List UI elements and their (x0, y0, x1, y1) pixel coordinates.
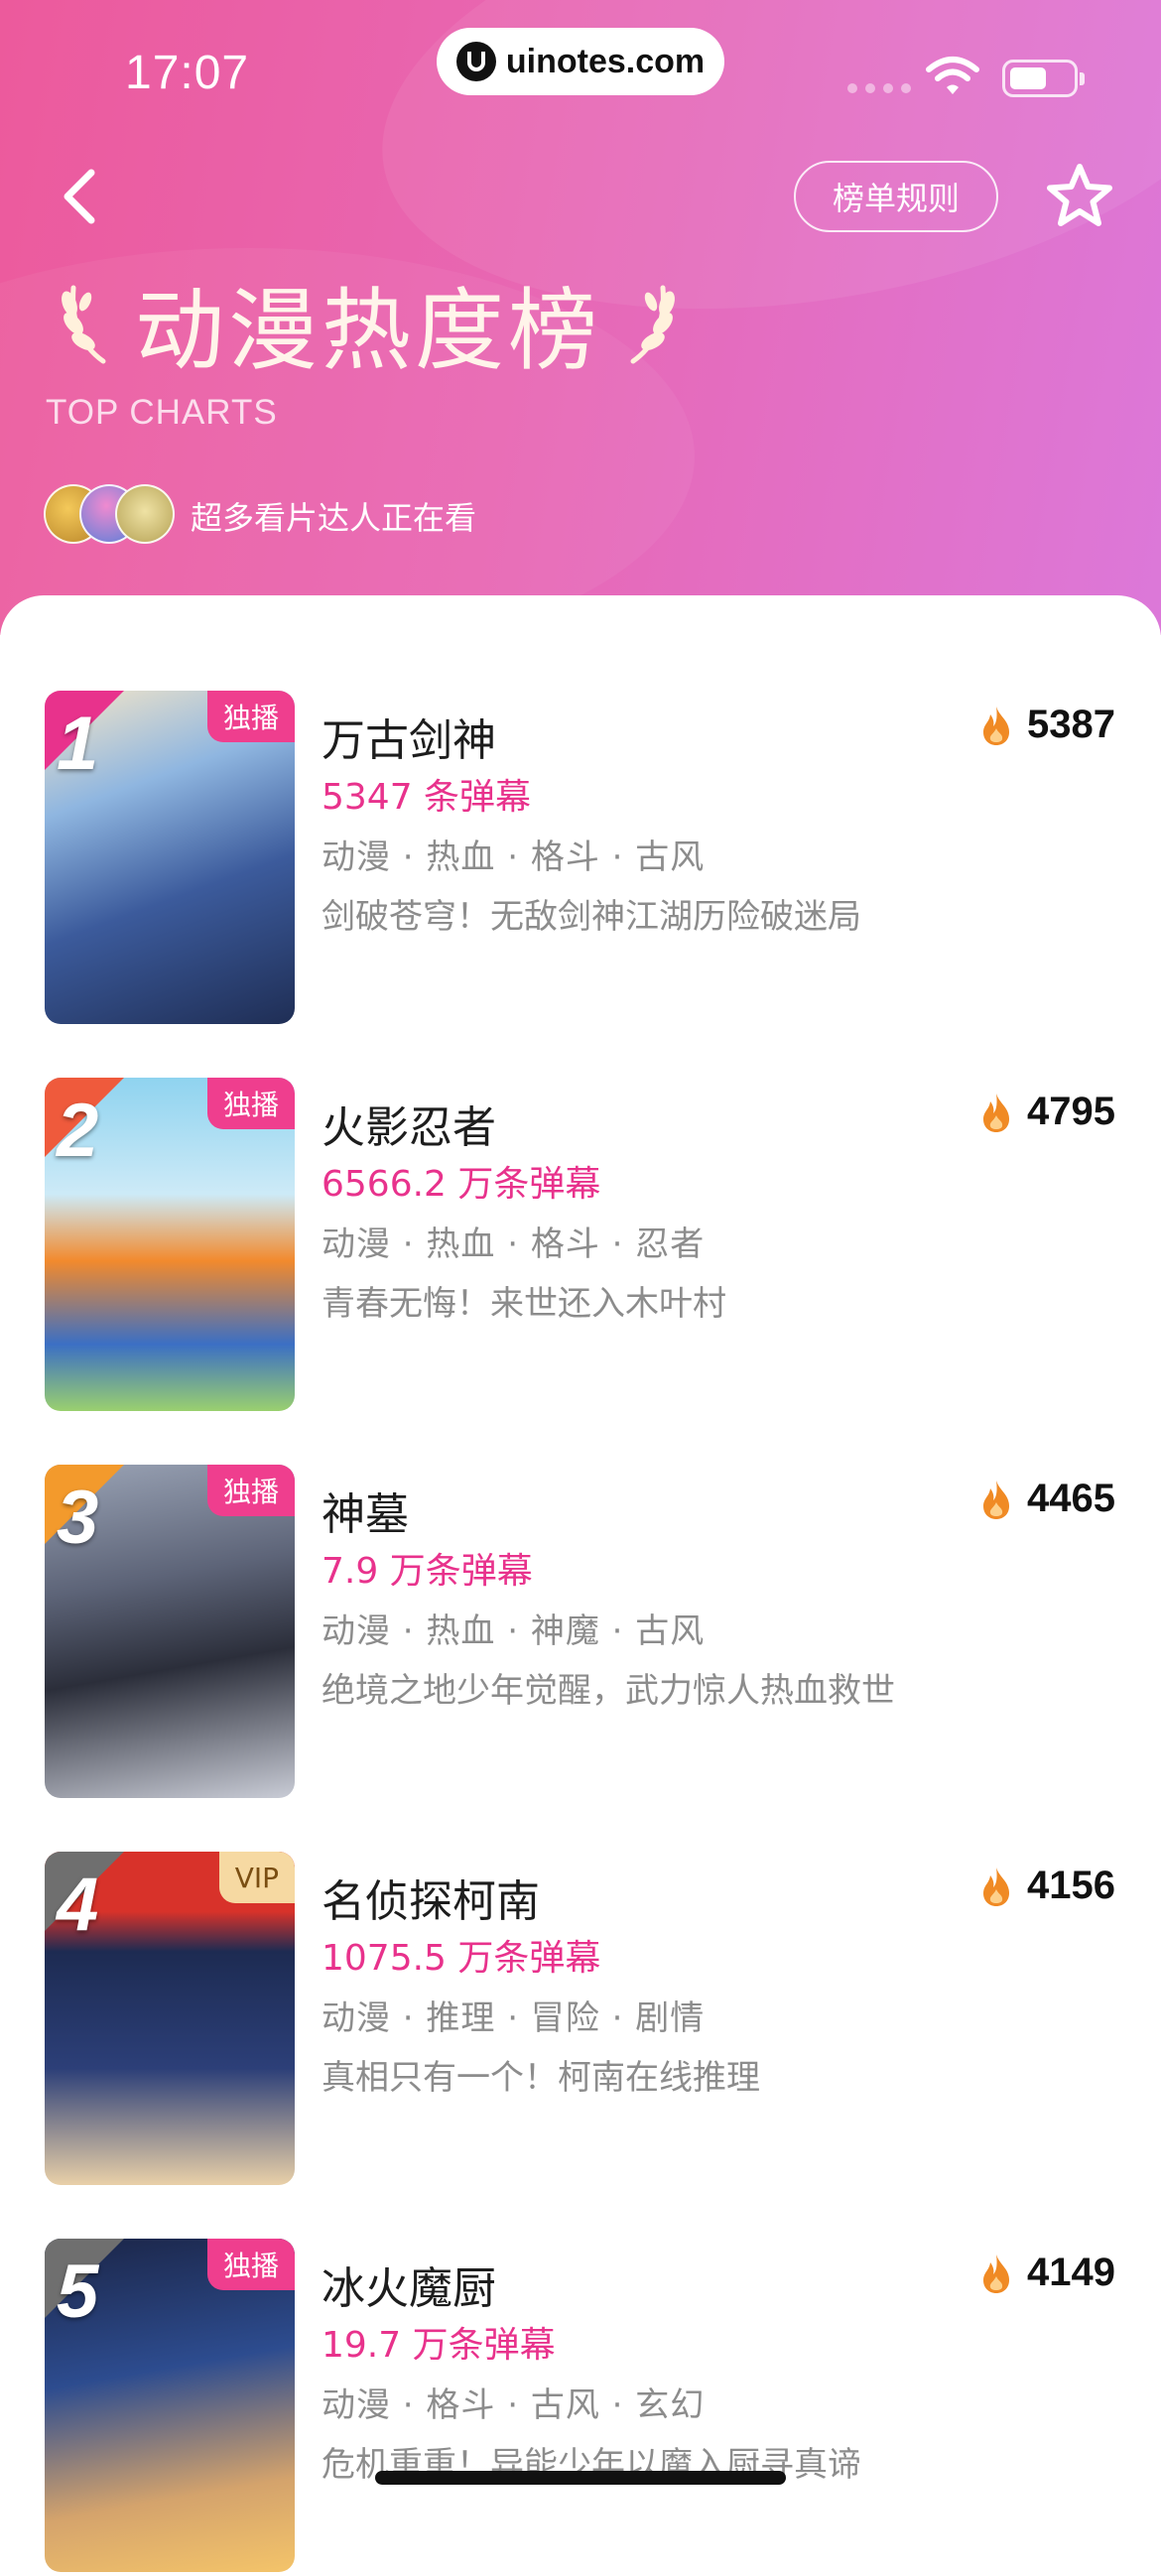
fire-icon (983, 2254, 1010, 2293)
rank-number: 1 (57, 702, 99, 786)
page-subtitle: TOP CHARTS (46, 393, 278, 432)
genre-tags: 动漫 · 热血 · 神魔 · 古风 (322, 1611, 706, 1651)
poster-image[interactable]: 1 独播 (45, 691, 295, 1024)
item-description: 青春无悔！来世还入木叶村 (322, 1284, 726, 1324)
laurel-right-icon (630, 285, 675, 364)
chart-rules-button[interactable]: 榜单规则 (794, 161, 998, 232)
ranking-list: 1 独播 万古剑神 5347 条弹幕 动漫 · 热血 · 格斗 · 古风 剑破苍… (0, 595, 1161, 2572)
danmaku-count: 6566.2 万条弹幕 (322, 1164, 601, 1205)
item-description: 真相只有一个！柯南在线推理 (322, 2058, 760, 2098)
heat-score: 4795 (979, 1090, 1115, 1134)
viewer-avatars (44, 484, 183, 546)
exclusive-badge: 独播 (206, 2239, 295, 2290)
uinotes-logo-icon (455, 42, 496, 81)
page-title: 动漫热度榜 (135, 279, 601, 383)
back-button[interactable] (52, 159, 115, 234)
rank-number: 5 (57, 2250, 99, 2334)
heat-score: 4156 (979, 1864, 1115, 1908)
heat-score: 4465 (979, 1477, 1115, 1521)
poster-image[interactable]: 2 独播 (45, 1078, 295, 1411)
list-item[interactable]: 3 独播 神墓 7.9 万条弹幕 动漫 · 热血 · 神魔 · 古风 绝境之地少… (0, 1465, 1161, 1802)
list-item[interactable]: 1 独播 万古剑神 5347 条弹幕 动漫 · 热血 · 格斗 · 古风 剑破苍… (0, 691, 1161, 1028)
heat-value: 4465 (1027, 1477, 1115, 1520)
watching-text: 超多看片达人正在看 (191, 499, 477, 537)
list-item[interactable]: 5 独播 冰火魔厨 19.7 万条弹幕 动漫 · 格斗 · 古风 · 玄幻 危机… (0, 2239, 1161, 2576)
vip-badge: VIP (218, 1852, 295, 1903)
heat-score: 5387 (979, 703, 1115, 747)
list-item[interactable]: 2 独播 火影忍者 6566.2 万条弹幕 动漫 · 热血 · 格斗 · 忍者 … (0, 1078, 1161, 1415)
heat-value: 4795 (1027, 1090, 1115, 1133)
page-title-row: 动漫热度榜 (60, 268, 677, 383)
genre-tags: 动漫 · 推理 · 冒险 · 剧情 (322, 1998, 706, 2038)
fire-icon (983, 706, 1010, 745)
wifi-icon (926, 57, 979, 94)
item-description: 剑破苍穹！无敌剑神江湖历险破迷局 (322, 897, 861, 937)
rank-number: 4 (57, 1863, 99, 1947)
heat-value: 4156 (1027, 1864, 1115, 1907)
battery-icon (1002, 60, 1085, 97)
danmaku-count: 19.7 万条弹幕 (322, 2325, 556, 2366)
danmaku-count: 1075.5 万条弹幕 (322, 1938, 601, 1979)
item-title: 神墓 (322, 1489, 409, 1540)
genre-tags: 动漫 · 热血 · 格斗 · 忍者 (322, 1224, 706, 1264)
genre-tags: 动漫 · 热血 · 格斗 · 古风 (322, 837, 706, 877)
header-banner: 17:07 uinotes.com 榜单规则 动漫热度榜 TOP CHARTS … (0, 0, 1161, 635)
danmaku-count: 5347 条弹幕 (322, 777, 532, 818)
home-indicator[interactable] (375, 2471, 786, 2485)
rank-number: 3 (57, 1476, 99, 1560)
item-description: 绝境之地少年觉醒，武力惊人热血救世 (322, 1671, 895, 1711)
fire-icon (983, 1480, 1010, 1519)
heat-score: 4149 (979, 2251, 1115, 2295)
rank-number: 2 (57, 1089, 99, 1173)
item-title: 火影忍者 (322, 1102, 496, 1153)
exclusive-badge: 独播 (206, 691, 295, 742)
poster-image[interactable]: 5 独播 (45, 2239, 295, 2572)
status-time: 17:07 (125, 47, 250, 99)
item-title: 名侦探柯南 (322, 1876, 540, 1927)
item-title: 冰火魔厨 (322, 2263, 496, 2314)
signal-icon (847, 83, 911, 93)
url-pill[interactable]: uinotes.com (437, 28, 724, 95)
danmaku-count: 7.9 万条弹幕 (322, 1551, 533, 1592)
url-text: uinotes.com (505, 42, 706, 80)
laurel-left-icon (62, 285, 106, 364)
item-title: 万古剑神 (322, 715, 496, 766)
heat-value: 5387 (1027, 703, 1115, 746)
avatar (115, 484, 175, 544)
fire-icon (983, 1093, 1010, 1132)
poster-image[interactable]: 4 VIP (45, 1852, 295, 2185)
fire-icon (983, 1867, 1010, 1906)
exclusive-badge: 独播 (206, 1465, 295, 1516)
list-item[interactable]: 4 VIP 名侦探柯南 1075.5 万条弹幕 动漫 · 推理 · 冒险 · 剧… (0, 1852, 1161, 2189)
favorite-star-icon[interactable] (1042, 159, 1117, 234)
heat-value: 4149 (1027, 2251, 1115, 2294)
exclusive-badge: 独播 (206, 1078, 295, 1129)
genre-tags: 动漫 · 格斗 · 古风 · 玄幻 (322, 2385, 706, 2425)
poster-image[interactable]: 3 独播 (45, 1465, 295, 1798)
